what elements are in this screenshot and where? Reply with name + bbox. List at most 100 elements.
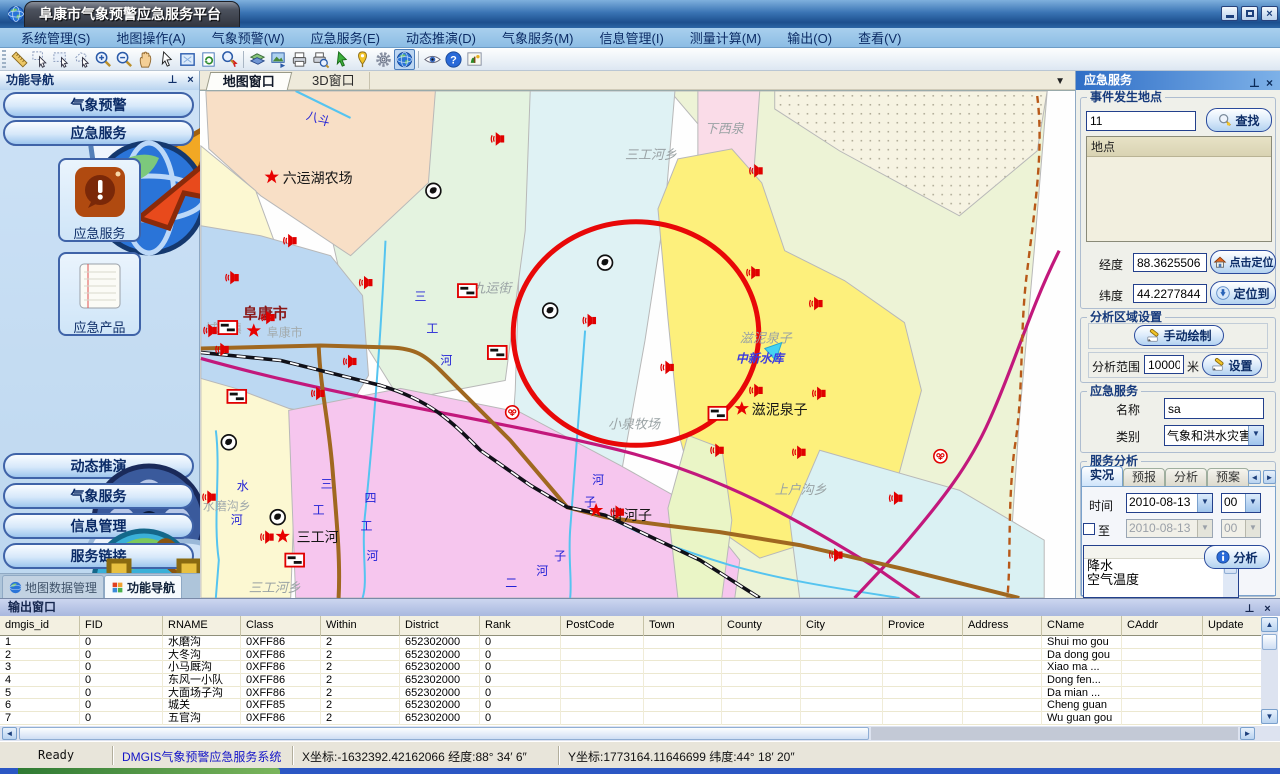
poi-circle-icon[interactable] <box>598 255 613 270</box>
service-type-dropdown[interactable]: 气象和洪水灾害 ▼ <box>1164 425 1264 446</box>
select-polygon-icon[interactable] <box>72 49 93 70</box>
analysis-tab-3[interactable]: 分析 <box>1165 468 1207 486</box>
measure-ruler-icon[interactable] <box>9 49 30 70</box>
menu-item-1[interactable]: 系统管理(S) <box>8 28 103 47</box>
poi-circle-icon[interactable] <box>543 303 558 318</box>
pin-icon[interactable]: ⊥ <box>1249 74 1262 92</box>
column-header-Within[interactable]: Within <box>321 616 400 636</box>
menu-item-8[interactable]: 测量计算(M) <box>677 28 775 47</box>
chevron-down-icon[interactable]: ▼ <box>1248 426 1263 445</box>
menu-item-5[interactable]: 动态推演(D) <box>393 28 489 47</box>
latitude-field[interactable] <box>1133 284 1207 303</box>
column-header-City[interactable]: City <box>801 616 883 636</box>
column-header-FID[interactable]: FID <box>80 616 163 636</box>
panel-tab-2[interactable]: 功能导航 <box>104 575 182 598</box>
road-sign-icon[interactable] <box>488 346 507 359</box>
panel-tab-1[interactable]: 地图数据管理 <box>2 575 104 598</box>
export-image-icon[interactable] <box>268 49 289 70</box>
menu-item-7[interactable]: 信息管理(I) <box>587 28 677 47</box>
column-header-RNAME[interactable]: RNAME <box>163 616 241 636</box>
scroll-up-icon[interactable]: ▲ <box>1261 617 1278 632</box>
poi-circle-icon[interactable] <box>221 435 236 450</box>
big-button-1[interactable]: 应急服务 <box>58 158 141 242</box>
analysis-tab-2[interactable]: 预报 <box>1123 468 1165 486</box>
scene-image-icon[interactable] <box>464 49 485 70</box>
minimize-button[interactable] <box>1221 6 1238 21</box>
chevron-down-icon[interactable]: ▼ <box>1245 494 1260 512</box>
column-header-PostCode[interactable]: PostCode <box>561 616 644 636</box>
pointer-icon[interactable] <box>156 49 177 70</box>
close-button[interactable]: × <box>1261 6 1278 21</box>
chevron-down-icon[interactable]: ▼ <box>1055 76 1065 87</box>
close-icon[interactable]: × <box>1266 74 1279 92</box>
select-feature-icon[interactable] <box>331 49 352 70</box>
analyze-button[interactable]: 分析 <box>1204 545 1270 569</box>
big-button-2[interactable]: 应急产品 <box>58 252 141 336</box>
tab-scroll-right-icon[interactable]: ► <box>1263 470 1276 484</box>
map-tab-1[interactable]: 地图窗口 <box>206 72 293 90</box>
full-extent-icon[interactable] <box>177 49 198 70</box>
search-button[interactable]: 查找 <box>1206 108 1272 132</box>
pin-icon[interactable]: ⊥ <box>1243 601 1256 617</box>
zoom-out-icon[interactable] <box>114 49 135 70</box>
zoom-in-icon[interactable] <box>93 49 114 70</box>
analysis-range-input[interactable] <box>1144 355 1184 374</box>
set-range-button[interactable]: 设置 <box>1202 354 1262 376</box>
nav-group-1[interactable]: 气象预警 <box>3 92 194 118</box>
road-sign-icon[interactable] <box>458 284 477 297</box>
analysis-tab-1[interactable]: 实况 <box>1081 466 1123 486</box>
location-result-list[interactable]: 地点 <box>1086 136 1272 242</box>
analysis-tab-4[interactable]: 预案 <box>1207 468 1249 486</box>
tab-scroll-left-icon[interactable]: ◄ <box>1248 470 1261 484</box>
menu-item-2[interactable]: 地图操作(A) <box>103 28 198 47</box>
road-sign-icon[interactable] <box>218 321 237 334</box>
manual-draw-button[interactable]: 手动绘制 <box>1134 325 1224 346</box>
select-marquee-icon[interactable] <box>51 49 72 70</box>
poi-circle-icon[interactable] <box>426 183 441 198</box>
menu-item-9[interactable]: 输出(O) <box>774 28 845 47</box>
restore-button[interactable] <box>1241 6 1258 21</box>
layers-map-icon[interactable] <box>247 49 268 70</box>
column-header-Address[interactable]: Address <box>963 616 1042 636</box>
column-header-CName[interactable]: CName <box>1042 616 1122 636</box>
road-sign-icon[interactable] <box>227 390 246 403</box>
start-hour-dropdown[interactable]: 00▼ <box>1221 493 1261 513</box>
help-icon[interactable] <box>443 49 464 70</box>
poi-circle-icon[interactable] <box>270 510 285 525</box>
nav-group-4[interactable]: 气象服务 <box>3 483 194 509</box>
nav-group-2[interactable]: 应急服务 <box>3 120 194 146</box>
locate-to-button[interactable]: 定位到 <box>1210 281 1276 305</box>
start-date-dropdown[interactable]: 2010-08-13▼ <box>1126 493 1213 513</box>
nav-group-3[interactable]: 动态推演 <box>3 453 194 479</box>
eye-view-icon[interactable] <box>422 49 443 70</box>
nav-group-6[interactable]: 服务链接 <box>3 543 194 569</box>
map-tab-2[interactable]: 3D窗口 <box>298 72 370 90</box>
table-row[interactable]: 50大面场子沟0XFF8626523020000Da mian ... <box>0 687 1262 700</box>
close-icon[interactable]: × <box>184 74 197 87</box>
settings-gear-icon[interactable] <box>373 49 394 70</box>
printer-icon[interactable] <box>289 49 310 70</box>
scroll-left-icon[interactable]: ◄ <box>2 727 17 740</box>
column-header-CAddr[interactable]: CAddr <box>1122 616 1203 636</box>
pan-hand-icon[interactable] <box>135 49 156 70</box>
scroll-right-icon[interactable]: ► <box>1240 727 1255 740</box>
output-horizontal-scrollbar[interactable]: ◄ ► <box>0 726 1280 742</box>
service-name-input[interactable] <box>1164 398 1264 419</box>
scrollbar-thumb[interactable] <box>19 727 869 740</box>
nav-group-5[interactable]: 信息管理 <box>3 513 194 539</box>
column-header-District[interactable]: District <box>400 616 480 636</box>
menu-item-3[interactable]: 气象预警(W) <box>199 28 298 47</box>
poi-red-icon[interactable] <box>506 406 519 419</box>
locate-by-click-button[interactable]: 点击定位 <box>1210 250 1276 274</box>
table-row[interactable]: 10水磨沟0XFF8626523020000Shui mo gou <box>0 636 1262 649</box>
scrollbar-thumb[interactable] <box>1262 634 1277 650</box>
column-header-Provice[interactable]: Provice <box>883 616 963 636</box>
select-arrow-icon[interactable] <box>30 49 51 70</box>
road-sign-icon[interactable] <box>285 554 304 567</box>
menu-item-10[interactable]: 查看(V) <box>845 28 914 47</box>
table-row[interactable]: 40东风一小队0XFF8626523020000Dong fen... <box>0 674 1262 687</box>
end-date-dropdown[interactable]: 2010-08-13▼ <box>1126 519 1213 538</box>
print-preview-icon[interactable] <box>310 49 331 70</box>
element-list-item[interactable]: 空气温度 <box>1087 573 1238 587</box>
map-canvas[interactable]: 八斗下西泉三工河乡六运湖农场九运街阜康市城关镇阜康市滋泥泉子中新水库滋泥泉子小泉… <box>200 90 1075 598</box>
